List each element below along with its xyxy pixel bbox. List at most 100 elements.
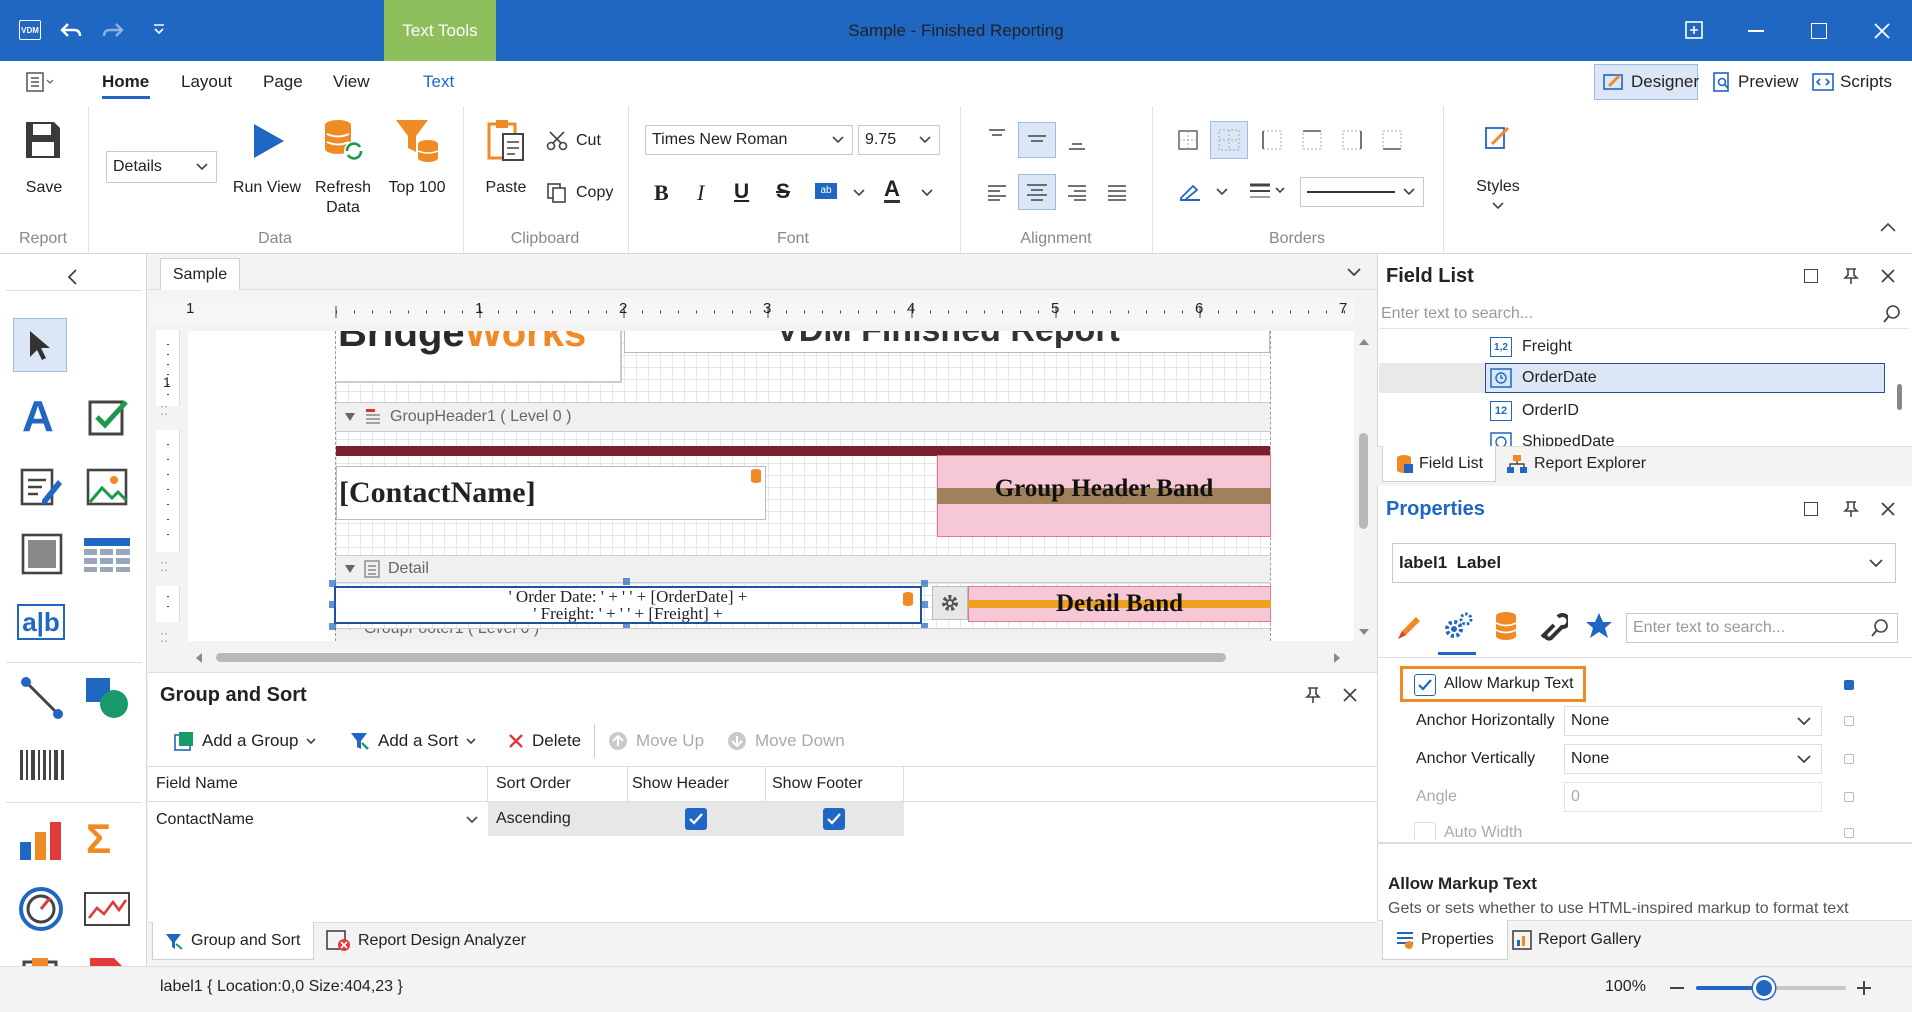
add-sort-button[interactable]: Add a Sort (350, 728, 476, 754)
app-logo[interactable]: VDM (19, 20, 41, 40)
vertical-scroll-thumb[interactable] (1359, 433, 1368, 529)
designer-button[interactable]: Designer (1594, 64, 1699, 100)
tab-field-list[interactable]: Field List (1382, 446, 1496, 482)
top100-button[interactable]: Top 100 (384, 118, 450, 202)
field-list-row[interactable]: ShippedDate (1490, 428, 1880, 446)
justify-icon[interactable] (1106, 183, 1128, 201)
undo-icon[interactable] (60, 20, 82, 40)
preview-button[interactable]: Preview (1712, 64, 1798, 100)
collapse-ribbon-icon[interactable] (1880, 222, 1896, 232)
save-button[interactable]: Save (18, 118, 70, 198)
zoom-out-button[interactable] (1670, 987, 1684, 989)
border-dash-select[interactable] (1300, 177, 1424, 207)
align-center-button[interactable] (1018, 174, 1056, 210)
copy-button[interactable]: Copy (546, 180, 613, 206)
close-icon[interactable] (1342, 687, 1358, 703)
zoom-slider[interactable] (1696, 977, 1846, 999)
anchor-vertically-select[interactable]: None (1564, 744, 1822, 774)
styles-button[interactable]: Styles (1466, 124, 1530, 216)
selection-handle[interactable] (921, 580, 928, 587)
quick-access-dropdown-icon[interactable] (152, 22, 166, 36)
field-name-cell[interactable]: ContactName (148, 802, 488, 838)
gauge-tool-icon[interactable] (18, 886, 64, 932)
horizontal-scrollbar[interactable] (188, 648, 1348, 668)
redo-icon[interactable] (102, 20, 124, 40)
close-window-icon[interactable] (1873, 22, 1891, 40)
favorites-star-icon[interactable] (1584, 611, 1614, 641)
column-header-show-footer[interactable]: Show Footer (766, 766, 904, 802)
object-selector[interactable]: label1 Label (1392, 543, 1896, 583)
selection-handle[interactable] (921, 601, 928, 608)
angle-input[interactable]: 0 (1564, 782, 1822, 812)
properties-search-input[interactable]: Enter text to search... (1626, 613, 1898, 643)
border-width-icon[interactable] (1248, 182, 1288, 200)
label1-selected[interactable]: ' Order Date: ' + ' ' + [OrderDate] + ' … (334, 586, 922, 624)
report-title-label[interactable]: VDM Finished Report (624, 331, 1270, 353)
label-tool-icon[interactable]: A (22, 395, 54, 439)
zoom-in-button[interactable] (1856, 980, 1872, 996)
selection-handle[interactable] (623, 578, 630, 585)
sort-order-cell[interactable]: Ascending (488, 802, 628, 836)
restore-layout-icon[interactable] (1685, 21, 1703, 39)
field-list-search-input[interactable]: Enter text to search... (1379, 299, 1909, 329)
column-header-sort-order[interactable]: Sort Order (488, 766, 628, 802)
anchor-horizontally-select[interactable]: None (1564, 706, 1822, 736)
allow-markup-checkbox[interactable] (1414, 674, 1436, 696)
close-icon[interactable] (1880, 501, 1896, 517)
shape-tool-icon[interactable] (84, 676, 130, 720)
pointer-tool[interactable] (13, 318, 67, 372)
align-top-icon[interactable] (986, 128, 1008, 144)
field-list-row[interactable]: 1,2 Freight (1490, 333, 1880, 361)
font-size-select[interactable]: 9.75 (858, 125, 940, 155)
maximize-panel-icon[interactable] (1804, 502, 1818, 516)
show-footer-checkbox[interactable] (823, 808, 845, 830)
collapse-triangle-icon[interactable] (344, 629, 356, 631)
close-icon[interactable] (1880, 268, 1896, 284)
tab-group-and-sort[interactable]: Group and Sort (152, 922, 314, 960)
contact-name-field[interactable]: [ContactName] (336, 466, 766, 520)
run-view-button[interactable]: Run View (232, 118, 302, 202)
tab-view[interactable]: View (333, 61, 370, 103)
highlight-button[interactable]: ab (815, 183, 837, 199)
chart-tool-icon[interactable] (20, 820, 64, 860)
band-drag-handle[interactable]: ⁚⁚ (160, 632, 176, 650)
paste-button[interactable]: Paste (478, 118, 534, 202)
auto-width-checkbox[interactable] (1414, 822, 1436, 840)
underline-button[interactable]: U (734, 180, 749, 204)
document-tab-sample[interactable]: Sample (160, 258, 240, 290)
detail-band-header[interactable]: Detail (336, 555, 1270, 583)
file-menu-icon[interactable] (26, 72, 54, 92)
checkbox-tool-icon[interactable] (88, 398, 128, 438)
sum-tool-icon[interactable]: Σ (86, 818, 111, 860)
logo-image[interactable]: BridgeWorks (336, 331, 622, 383)
field-list-scroll-thumb[interactable] (1897, 384, 1902, 410)
font-name-select[interactable]: Times New Roman (645, 125, 853, 155)
tab-report-design-analyzer[interactable]: Report Design Analyzer (322, 922, 526, 960)
add-group-button[interactable]: Add a Group (174, 728, 316, 754)
field-list-row[interactable]: 12 OrderID (1490, 397, 1880, 425)
maximize-icon[interactable] (1811, 23, 1827, 39)
document-tabs-dropdown-icon[interactable] (1347, 268, 1361, 278)
tab-report-explorer[interactable]: Report Explorer (1506, 446, 1646, 482)
border-none-icon[interactable] (1178, 130, 1198, 150)
align-right-icon[interactable] (1066, 183, 1088, 201)
strikethrough-button[interactable]: S (776, 180, 790, 204)
collapse-triangle-icon[interactable] (344, 412, 356, 422)
selection-handle[interactable] (329, 580, 336, 587)
pin-icon[interactable] (1842, 500, 1860, 518)
align-bottom-icon[interactable] (1066, 136, 1088, 152)
bold-button[interactable]: B (654, 180, 669, 206)
tab-report-gallery[interactable]: Report Gallery (1512, 920, 1641, 960)
collapse-triangle-icon[interactable] (344, 564, 356, 574)
minimize-icon[interactable] (1748, 30, 1764, 32)
band-select[interactable]: Details (106, 151, 217, 183)
group-footer-band-header[interactable]: GroupFooter1 ( Level 0 ) (336, 628, 1270, 641)
barcode-tool-icon[interactable] (20, 750, 64, 780)
delete-button[interactable]: Delete (508, 728, 581, 754)
column-header-show-header[interactable]: Show Header (628, 766, 766, 802)
scripts-button[interactable]: Scripts (1812, 64, 1892, 100)
tab-properties[interactable]: Properties (1382, 920, 1508, 960)
border-top-icon[interactable] (1302, 130, 1322, 150)
picture-tool-icon[interactable] (86, 468, 128, 506)
behavior-category-icon[interactable] (1442, 611, 1474, 641)
